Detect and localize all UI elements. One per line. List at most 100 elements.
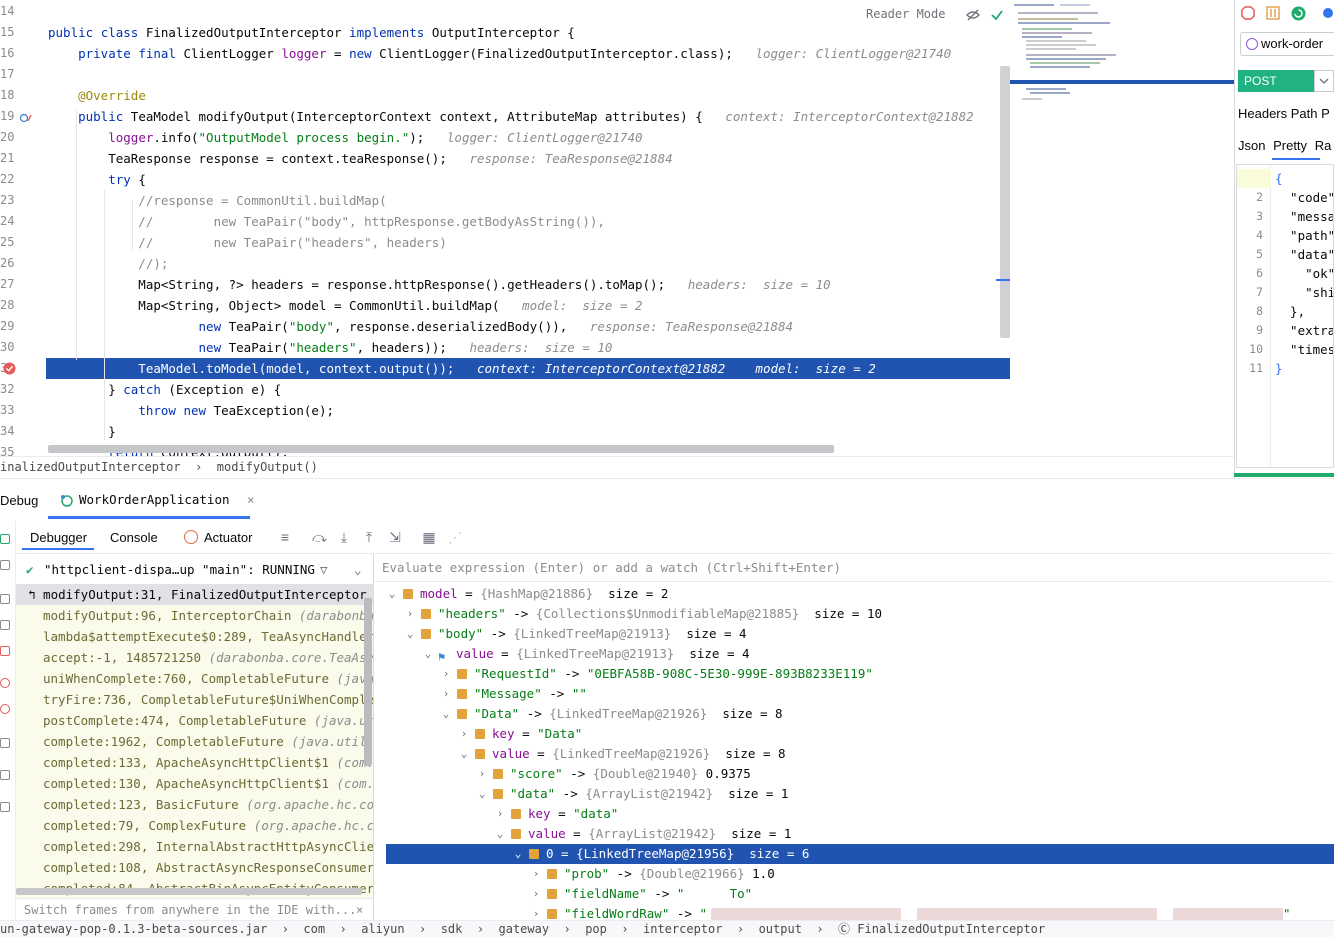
stack-frame[interactable]: postComplete:474, CompletableFuture (jav… xyxy=(16,710,373,731)
camera-icon[interactable] xyxy=(0,738,10,748)
variable-row[interactable]: › "score" -> {Double@21940} 0.9375 xyxy=(374,764,1334,784)
stack-frame[interactable]: completed:133, ApacheAsyncHttpClient$1 (… xyxy=(16,752,373,773)
expand-chevron-icon[interactable]: › xyxy=(530,904,542,920)
variable-row[interactable]: › "Message" -> "" xyxy=(374,684,1334,704)
collapse-chevron-icon[interactable]: ⌄ xyxy=(422,644,434,664)
more-icon[interactable] xyxy=(1323,6,1334,23)
stack-frame[interactable]: completed:108, AbstractAsyncResponseCons… xyxy=(16,857,373,878)
navigation-bar[interactable]: un-gateway-pop-0.1.3-beta-sources.jar › … xyxy=(0,920,1334,937)
filter-icon[interactable]: ▽ xyxy=(320,558,328,582)
stack-frame[interactable]: complete:1962, CompletableFuture (java.u… xyxy=(16,731,373,752)
evaluate-expression-input[interactable]: Evaluate expression (Enter) or add a wat… xyxy=(374,554,1334,582)
pause-icon[interactable] xyxy=(0,620,10,630)
run-config-tab[interactable]: WorkOrderApplication × xyxy=(58,488,255,518)
variable-row[interactable]: ⌄ ⚑ value = {LinkedTreeMap@21913} size = 4 xyxy=(374,644,1334,664)
variable-row[interactable]: › key = "data" xyxy=(374,804,1334,824)
expand-chevron-icon[interactable]: › xyxy=(476,764,488,784)
stack-frame[interactable]: completed:130, ApacheAsyncHttpClient$1 (… xyxy=(16,773,373,794)
variable-row[interactable]: › key = "Data" xyxy=(374,724,1334,744)
expand-chevron-icon[interactable]: › xyxy=(404,604,416,624)
expand-chevron-icon[interactable]: › xyxy=(494,804,506,824)
breakpoint-hit-icon[interactable] xyxy=(3,362,16,378)
stack-frame[interactable]: lambda$attemptExecute$0:289, TeaAsyncHan… xyxy=(16,626,373,647)
pin-icon[interactable] xyxy=(0,802,10,812)
variable-row[interactable]: › "RequestId" -> "0EBFA58B-908C-5E30-999E… xyxy=(374,664,1334,684)
editor-horizontal-scrollbar[interactable] xyxy=(48,445,834,453)
thread-selector[interactable]: ✔ "httpclient-dispa…up "main": RUNNING ▽… xyxy=(16,558,373,582)
variable-row[interactable]: ⌄ value = {LinkedTreeMap@21926} size = 8 xyxy=(374,744,1334,764)
stack-frame[interactable]: tryFire:736, CompletableFuture$UniWhenCo… xyxy=(16,689,373,710)
tab-actuator[interactable]: Actuator xyxy=(204,530,252,545)
variable-row[interactable]: › "prob" -> {Double@21966} 1.0 xyxy=(374,864,1334,884)
variable-row[interactable]: ⌄ "Data" -> {LinkedTreeMap@21926} size = … xyxy=(374,704,1334,724)
request-tabs[interactable]: Headers Path P xyxy=(1238,106,1330,121)
response-tabs[interactable]: Json Pretty Ra xyxy=(1238,138,1331,153)
stack-frame[interactable]: completed:123, BasicFuture (org.apache.h… xyxy=(16,794,373,815)
stack-frame[interactable]: completed:298, InternalAbstractHttpAsync… xyxy=(16,836,373,857)
method-breakpoint-icon[interactable] xyxy=(19,112,33,127)
variable-row[interactable]: › "headers" -> {Collections$UnmodifiableM… xyxy=(374,604,1334,624)
close-tab-icon[interactable]: × xyxy=(237,492,255,507)
expand-chevron-icon[interactable]: › xyxy=(458,724,470,744)
expand-chevron-icon[interactable]: › xyxy=(530,864,542,884)
frames-horizontal-scrollbar[interactable] xyxy=(16,888,362,895)
editor-breadcrumb[interactable]: inalizedOutputInterceptor › modifyOutput… xyxy=(0,456,1234,478)
collapse-chevron-icon[interactable]: ⌄ xyxy=(476,784,488,804)
refresh-icon[interactable] xyxy=(1291,6,1306,24)
expand-chevron-icon[interactable]: › xyxy=(440,684,452,704)
expand-chevron-icon[interactable]: › xyxy=(530,884,542,904)
variable-row[interactable]: ⌄ value = {ArrayList@21942} size = 1 xyxy=(374,824,1334,844)
request-url-field[interactable]: work-order xyxy=(1240,32,1334,56)
variable-row[interactable]: ⌄ "body" -> {LinkedTreeMap@21913} size = … xyxy=(374,624,1334,644)
expand-chevron-icon[interactable]: › xyxy=(440,664,452,684)
resume-icon[interactable] xyxy=(0,594,10,604)
stack-frame[interactable]: uniWhenComplete:760, CompletableFuture (… xyxy=(16,668,373,689)
variable-row[interactable]: ⌄ 0 = {LinkedTreeMap@21956} size = 6 xyxy=(374,844,1334,864)
evaluate-expression-icon[interactable]: ▦ xyxy=(422,530,436,544)
code-minimap[interactable] xyxy=(1010,0,1234,120)
close-hint-icon[interactable]: × xyxy=(356,899,363,920)
variable-row[interactable]: › "fieldName" -> " To" xyxy=(374,884,1334,904)
rerun-icon[interactable] xyxy=(0,534,10,544)
frames-vertical-scrollbar[interactable] xyxy=(364,598,372,766)
reader-mode-toggle[interactable]: Reader Mode xyxy=(866,7,945,21)
collapse-chevron-icon[interactable]: ⌄ xyxy=(386,584,398,604)
layout-icon[interactable] xyxy=(0,770,10,780)
step-into-icon[interactable]: ⤓ xyxy=(337,530,351,544)
stop-debug-icon[interactable] xyxy=(0,646,10,656)
settings-icon[interactable] xyxy=(0,560,10,570)
collapse-chevron-icon[interactable]: ⌄ xyxy=(494,824,506,844)
tab-console[interactable]: Console xyxy=(110,530,158,545)
step-out-icon[interactable]: ⤒ xyxy=(362,530,376,544)
chevron-down-icon[interactable]: ⌄ xyxy=(354,558,362,582)
tab-json[interactable]: Json xyxy=(1238,138,1265,153)
run-to-cursor-icon[interactable]: ⇲ xyxy=(388,530,402,544)
editor-vertical-scrollbar[interactable] xyxy=(1000,66,1010,338)
menu-icon[interactable]: ≡ xyxy=(278,530,292,544)
http-method-select[interactable]: POST xyxy=(1238,70,1314,92)
stop-icon[interactable] xyxy=(1241,6,1255,23)
collapse-chevron-icon[interactable]: ⌄ xyxy=(440,704,452,724)
code-editor[interactable]: 1415161718192021222324252627282930313233… xyxy=(0,0,1010,456)
eye-crossed-icon[interactable] xyxy=(966,8,980,25)
stack-frame[interactable]: ↰ modifyOutput:31, FinalizedOutputInterc… xyxy=(16,584,373,605)
tab-pretty[interactable]: Pretty xyxy=(1273,138,1307,153)
variable-row[interactable]: › "fieldWordRaw" -> " " xyxy=(374,904,1334,920)
stack-frame[interactable]: completed:79, ComplexFuture (org.apache.… xyxy=(16,815,373,836)
inspection-ok-icon[interactable] xyxy=(990,8,1004,25)
stack-frame[interactable]: accept:-1, 1485721250 (darabonba.core.Te… xyxy=(16,647,373,668)
variable-row[interactable]: ⌄ "data" -> {ArrayList@21942} size = 1 xyxy=(374,784,1334,804)
tab-debugger[interactable]: Debugger xyxy=(30,530,87,545)
collapse-chevron-icon[interactable]: ⌄ xyxy=(404,624,416,644)
settings-sliders-icon[interactable] xyxy=(1266,6,1280,23)
tab-raw[interactable]: Ra xyxy=(1315,138,1332,153)
json-response-viewer[interactable]: 1234567891011 { "code": "messag "path": … xyxy=(1236,164,1334,468)
collapse-chevron-icon[interactable]: ⌄ xyxy=(458,744,470,764)
view-breakpoints-icon[interactable] xyxy=(0,678,10,688)
mute-breakpoints-icon[interactable] xyxy=(0,704,10,714)
step-over-icon[interactable]: ⤼ xyxy=(312,530,327,544)
trace-icon[interactable]: ⋰ xyxy=(448,530,462,544)
stack-frame[interactable]: modifyOutput:96, InterceptorChain (darab… xyxy=(16,605,373,626)
variable-row[interactable]: ⌄ model = {HashMap@21886} size = 2 xyxy=(374,584,1334,604)
chevron-down-icon[interactable] xyxy=(1314,70,1334,92)
